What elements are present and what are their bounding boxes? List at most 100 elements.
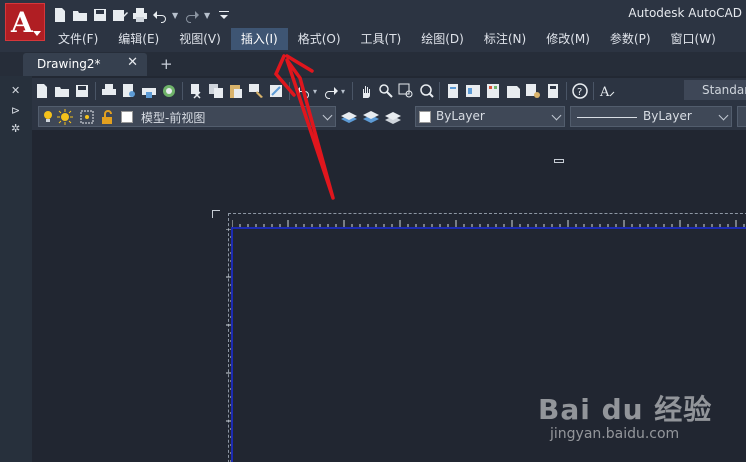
cursor-marker — [554, 159, 564, 163]
text-style-icon[interactable]: A — [597, 81, 617, 101]
toolbar-separator — [566, 82, 567, 100]
print-icon[interactable] — [132, 7, 148, 23]
undo-dropdown-icon[interactable]: ▾ — [313, 87, 321, 96]
layer-name: 模型-前视图 — [141, 111, 206, 125]
tab-label: Drawing2* — [37, 57, 101, 71]
tab-drawing2[interactable]: Drawing2* ✕ — [23, 53, 147, 76]
toolbar-separator — [593, 82, 594, 100]
plot-preview-icon[interactable] — [119, 81, 139, 101]
undo-icon[interactable] — [152, 7, 168, 23]
toolbar-separator — [289, 82, 290, 100]
close-icon[interactable]: ✕ — [11, 84, 20, 97]
settings-icon[interactable]: ✲ — [11, 122, 20, 135]
properties-icon[interactable] — [443, 81, 463, 101]
color-value: ByLayer — [436, 109, 485, 123]
pan-hand-icon[interactable] — [356, 81, 376, 101]
new-file-icon[interactable] — [32, 81, 52, 101]
lineweight-control-dropdown[interactable] — [737, 106, 746, 127]
menu-draw[interactable]: 绘图(D) — [411, 28, 474, 50]
cut-icon[interactable] — [186, 81, 206, 101]
layer-states-icon[interactable] — [384, 108, 402, 126]
layer-control-dropdown[interactable]: 模型-前视图 — [38, 106, 336, 127]
svg-text:?: ? — [577, 87, 582, 98]
calculator-icon[interactable] — [543, 81, 563, 101]
menu-format[interactable]: 格式(O) — [288, 28, 351, 50]
zoom-window-icon[interactable] — [396, 81, 416, 101]
sun-icon[interactable] — [57, 109, 73, 125]
layer-color-swatch — [121, 111, 133, 123]
menu-edit[interactable]: 编辑(E) — [108, 28, 169, 50]
unlock-icon[interactable] — [99, 109, 115, 125]
paste-icon[interactable] — [226, 81, 246, 101]
lightbulb-icon[interactable] — [43, 110, 53, 123]
file-tab-bar: Drawing2* ✕ + — [0, 52, 746, 76]
redo-icon[interactable] — [184, 7, 200, 23]
autocad-logo-letter: A — [11, 6, 33, 39]
toolbar-separator — [439, 82, 440, 100]
sheet-set-icon[interactable] — [503, 81, 523, 101]
toolbar-separator — [352, 82, 353, 100]
menu-bar: 文件(F) 编辑(E) 视图(V) 插入(I) 格式(O) 工具(T) 绘图(D… — [48, 28, 726, 50]
close-icon[interactable]: ✕ — [127, 55, 138, 70]
copy-icon[interactable] — [206, 81, 226, 101]
watermark-url: jingyan.baidu.com — [550, 426, 680, 442]
paper-ruler-top — [232, 220, 745, 227]
layout-corner-marker — [212, 210, 220, 218]
save-icon[interactable] — [92, 7, 108, 23]
undo-dropdown-icon[interactable]: ▼ — [172, 11, 180, 20]
publish-icon[interactable] — [139, 81, 159, 101]
plot-icon[interactable] — [99, 81, 119, 101]
menu-insert[interactable]: 插入(I) — [230, 28, 288, 50]
menu-modify[interactable]: 修改(M) — [536, 28, 600, 50]
color-swatch — [419, 111, 431, 123]
linetype-preview — [577, 117, 637, 118]
menu-tools[interactable]: 工具(T) — [351, 28, 412, 50]
open-folder-icon[interactable] — [52, 81, 72, 101]
3d-dwf-icon[interactable] — [159, 81, 179, 101]
help-icon[interactable]: ? — [570, 81, 590, 101]
menu-parametric[interactable]: 参数(P) — [600, 28, 661, 50]
block-editor-icon[interactable] — [266, 81, 286, 101]
make-current-layer-icon[interactable] — [340, 108, 358, 126]
redo-dropdown-icon[interactable]: ▾ — [341, 87, 349, 96]
text-style-select[interactable]: Standard — [684, 80, 746, 100]
save-icon[interactable] — [72, 81, 92, 101]
linetype-control-dropdown[interactable]: ByLayer — [570, 106, 732, 127]
markup-icon[interactable] — [523, 81, 543, 101]
menu-file[interactable]: 文件(F) — [48, 28, 108, 50]
standard-toolbar: ▾ ▾ ? A Standard — [32, 78, 746, 104]
new-file-icon[interactable] — [52, 7, 68, 23]
match-properties-icon[interactable] — [246, 81, 266, 101]
chevron-down-icon — [33, 31, 41, 36]
color-control-dropdown[interactable]: ByLayer — [415, 106, 565, 127]
title-bar: A ▼ ▼ Autodesk AutoCAD 文件(F) 编辑(E) 视图(V)… — [0, 0, 746, 52]
chevron-down-icon — [718, 110, 729, 121]
watermark-brand: Bai du 经验 — [538, 393, 713, 426]
new-tab-plus-icon[interactable]: + — [160, 55, 173, 73]
svg-text:A: A — [599, 85, 610, 99]
undo-icon[interactable] — [293, 81, 313, 101]
tool-palettes-icon[interactable] — [483, 81, 503, 101]
customize-toolbar-icon[interactable] — [216, 7, 232, 23]
window-title: Autodesk AutoCAD — [628, 6, 742, 20]
menu-view[interactable]: 视图(V) — [169, 28, 231, 50]
design-center-icon[interactable] — [463, 81, 483, 101]
layer-previous-icon[interactable] — [362, 108, 380, 126]
open-folder-icon[interactable] — [72, 7, 88, 23]
toolbar-dock-strip: ✕ ⊳ ✲ — [0, 76, 32, 462]
layers-properties-toolbar: 模型-前视图 ByLayer ByLayer — [32, 104, 746, 130]
baidu-jingyan-watermark: Bai du 经验 jingyan.baidu.com — [538, 388, 728, 448]
zoom-previous-icon[interactable] — [416, 81, 436, 101]
menu-dimension[interactable]: 标注(N) — [474, 28, 536, 50]
pin-icon[interactable]: ⊳ — [11, 104, 20, 117]
zoom-realtime-icon[interactable] — [376, 81, 396, 101]
application-menu-button[interactable]: A — [5, 3, 45, 41]
toolbar-separator — [182, 82, 183, 100]
save-as-icon[interactable] — [112, 7, 128, 23]
menu-window[interactable]: 窗口(W) — [661, 28, 726, 50]
chevron-down-icon — [551, 110, 562, 121]
redo-icon[interactable] — [321, 81, 341, 101]
chevron-down-icon — [322, 110, 333, 121]
redo-dropdown-icon[interactable]: ▼ — [204, 11, 212, 20]
viewport-freeze-icon[interactable] — [79, 109, 95, 125]
